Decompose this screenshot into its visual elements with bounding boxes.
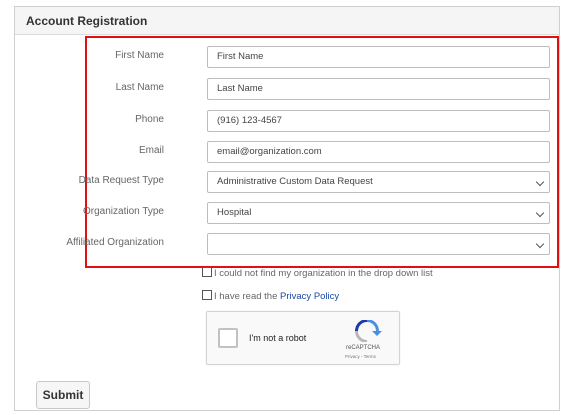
phone-input[interactable]: (916) 123-4567 <box>207 110 550 132</box>
privacy-checkbox[interactable] <box>202 290 212 300</box>
chevron-down-icon <box>535 239 545 249</box>
phone-row: Phone (916) 123-4567 <box>0 110 568 132</box>
first-name-input[interactable]: First Name <box>207 46 550 68</box>
recaptcha-terms[interactable]: Privacy - Terms <box>345 354 376 359</box>
chevron-down-icon <box>535 177 545 187</box>
organization-type-label: Organization Type <box>83 206 164 217</box>
organization-type-select[interactable]: Hospital <box>207 202 550 224</box>
last-name-row: Last Name Last Name <box>0 78 568 100</box>
privacy-checkbox-row[interactable]: I have read the Privacy Policy <box>202 290 339 302</box>
email-label: Email <box>138 145 164 156</box>
chevron-down-icon <box>535 208 545 218</box>
panel-title: Account Registration <box>26 14 148 28</box>
first-name-row: First Name First Name <box>0 46 568 68</box>
organization-type-row: Organization Type Hospital <box>0 202 568 224</box>
panel-header: Account Registration <box>15 7 559 35</box>
recaptcha-brand: reCAPTCHA <box>346 345 381 351</box>
privacy-label-prefix: I have read the <box>214 291 278 302</box>
org-not-found-label: I could not find my organization in the … <box>214 268 433 279</box>
recaptcha-widget: I'm not a robot reCAPTCHA Privacy - Term… <box>206 311 400 365</box>
submit-button[interactable]: Submit <box>36 381 90 409</box>
affiliated-organization-select[interactable] <box>207 233 550 255</box>
affiliated-organization-row: Affiliated Organization <box>0 233 568 255</box>
first-name-value: First Name <box>217 51 264 62</box>
last-name-input[interactable]: Last Name <box>207 78 550 100</box>
phone-value: (916) 123-4567 <box>217 115 282 126</box>
data-request-type-select[interactable]: Administrative Custom Data Request <box>207 171 550 193</box>
phone-label: Phone <box>135 114 164 125</box>
recaptcha-label: I'm not a robot <box>249 333 307 343</box>
organization-type-value: Hospital <box>217 207 252 218</box>
email-input[interactable]: email@organization.com <box>207 141 550 163</box>
affiliated-organization-label: Affiliated Organization <box>66 237 164 248</box>
recaptcha-checkbox[interactable] <box>218 328 238 348</box>
last-name-value: Last Name <box>217 83 263 94</box>
privacy-policy-link[interactable]: Privacy Policy <box>280 291 339 302</box>
last-name-label: Last Name <box>115 82 164 93</box>
org-not-found-checkbox-row[interactable]: I could not find my organization in the … <box>202 267 433 279</box>
org-not-found-checkbox[interactable] <box>202 267 212 277</box>
data-request-type-row: Data Request Type Administrative Custom … <box>0 171 568 193</box>
email-row: Email email@organization.com <box>0 141 568 163</box>
email-value: email@organization.com <box>217 146 322 157</box>
first-name-label: First Name <box>115 50 164 61</box>
data-request-type-label: Data Request Type <box>78 175 164 186</box>
recaptcha-logo-icon <box>355 320 382 342</box>
data-request-type-value: Administrative Custom Data Request <box>217 176 373 187</box>
